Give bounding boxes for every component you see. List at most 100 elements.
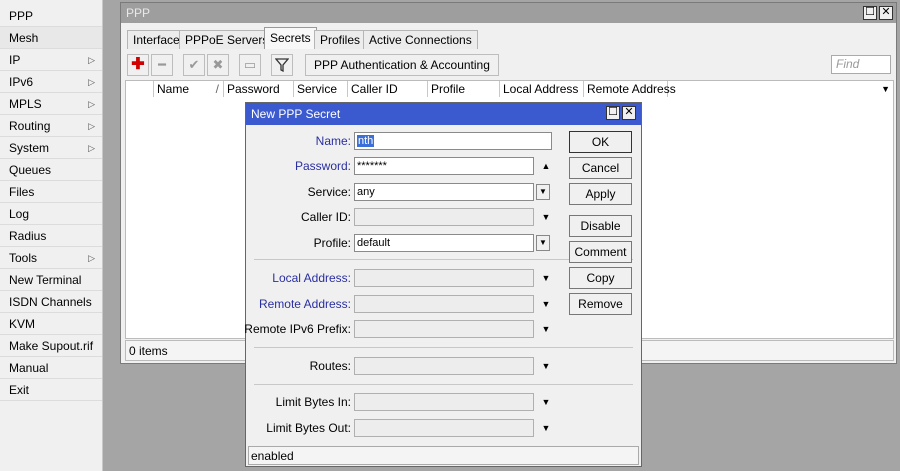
maximize-icon[interactable]: ☐ [863, 6, 877, 20]
dialog-title: New PPP Secret [251, 107, 341, 121]
sidebar-item-ip[interactable]: IP ▷ [0, 49, 102, 71]
sidebar-item-label: PPP [9, 9, 34, 23]
sidebar-item-tools[interactable]: Tools ▷ [0, 247, 102, 269]
tab-pppoe-servers[interactable]: PPPoE Servers [179, 30, 275, 49]
limit-bytes-out-label: Limit Bytes Out: [266, 421, 351, 435]
sidebar-item-log[interactable]: Log [0, 203, 102, 225]
submenu-arrow-icon: ▷ [88, 121, 95, 131]
sidebar-item-label: Tools [9, 251, 38, 265]
expand-down-icon[interactable]: ▼ [539, 271, 553, 285]
routes-field[interactable] [354, 357, 534, 375]
remote-address-label: Remote Address: [258, 297, 351, 311]
apply-button[interactable]: Apply [569, 183, 632, 205]
name-label: Name: [315, 134, 351, 148]
local-address-field[interactable] [354, 269, 534, 287]
column-header-password[interactable]: Password [224, 81, 294, 97]
sidebar-item-label: Files [9, 185, 35, 199]
sidebar-item-queues[interactable]: Queues [0, 159, 102, 181]
ppp-window-titlebar[interactable]: PPP ☐ ✕ [121, 3, 896, 23]
sidebar-item-files[interactable]: Files [0, 181, 102, 203]
comment-button[interactable]: Comment [569, 241, 632, 263]
collapse-up-icon[interactable]: ▲ [539, 159, 553, 173]
sidebar-item-make-supout-rif[interactable]: Make Supout.rif [0, 335, 102, 357]
name-field-value: nth [357, 135, 375, 147]
expand-down-icon[interactable]: ▼ [539, 297, 553, 311]
profile-label: Profile: [313, 236, 351, 250]
service-select[interactable]: any [354, 183, 534, 201]
plus-icon[interactable]: ✚ [127, 54, 149, 76]
dialog-titlebar[interactable]: New PPP Secret ☐ ✕ [246, 103, 641, 125]
caller-id-label: Caller ID: [300, 210, 351, 224]
limit-bytes-out-field[interactable] [354, 419, 534, 437]
ppp-auth-accounting-button[interactable]: PPP Authentication & Accounting [305, 54, 499, 76]
submenu-arrow-icon: ▷ [88, 253, 95, 263]
copy-button[interactable]: Copy [569, 267, 632, 289]
submenu-arrow-icon: ▷ [88, 143, 95, 153]
remote-ipv6-prefix-label: Remote IPv6 Prefix: [244, 322, 351, 336]
sidebar-item-ppp[interactable]: PPP [0, 5, 102, 27]
check-icon[interactable]: ✔ [183, 54, 205, 76]
tab-secrets[interactable]: Secrets [264, 27, 317, 49]
remote-address-field[interactable] [354, 295, 534, 313]
ppp-toolbar: ✚ ━ ✔ ✖ ▭ PPP Authentication & Accountin… [121, 52, 896, 78]
expand-down-icon[interactable]: ▼ [539, 421, 553, 435]
sidebar-item-manual[interactable]: Manual [0, 357, 102, 379]
comment-icon[interactable]: ▭ [239, 54, 261, 76]
close-icon[interactable]: ✕ [622, 106, 636, 120]
submenu-arrow-icon: ▷ [88, 77, 95, 87]
column-header-caller-id[interactable]: Caller ID [348, 81, 428, 97]
expand-down-icon[interactable]: ▼ [539, 359, 553, 373]
disable-button[interactable]: Disable [569, 215, 632, 237]
separator [254, 347, 633, 348]
sidebar-item-exit[interactable]: Exit [0, 379, 102, 401]
expand-down-icon[interactable]: ▼ [539, 395, 553, 409]
remote-ipv6-prefix-field[interactable] [354, 320, 534, 338]
filter-icon[interactable] [271, 54, 293, 76]
sidebar-item-kvm[interactable]: KVM [0, 313, 102, 335]
cancel-button[interactable]: Cancel [569, 157, 632, 179]
sidebar-item-system[interactable]: System ▷ [0, 137, 102, 159]
sidebar-item-radius[interactable]: Radius [0, 225, 102, 247]
password-field[interactable]: ******* [354, 157, 534, 175]
sidebar-item-new-terminal[interactable]: New Terminal [0, 269, 102, 291]
column-header-local-address[interactable]: Local Address [500, 81, 584, 97]
submenu-arrow-icon: ▷ [88, 55, 95, 65]
limit-bytes-in-field[interactable] [354, 393, 534, 411]
sidebar-item-label: Radius [9, 229, 47, 243]
password-label: Password: [294, 159, 351, 173]
sidebar-item-ipv6[interactable]: IPv6 ▷ [0, 71, 102, 93]
tab-active-connections[interactable]: Active Connections [363, 30, 478, 49]
column-chooser-icon[interactable]: ▼ [881, 81, 890, 97]
sidebar-item-label: Make Supout.rif [9, 339, 94, 353]
sidebar-item-label: ISDN Channels [9, 295, 92, 309]
ok-button[interactable]: OK [569, 131, 632, 153]
caller-id-field[interactable] [354, 208, 534, 226]
sidebar-item-routing[interactable]: Routing ▷ [0, 115, 102, 137]
separator [254, 384, 633, 385]
minus-icon[interactable]: ━ [151, 54, 173, 76]
dialog-status-bar: enabled [248, 446, 639, 465]
column-header-remote-address[interactable]: Remote Address [584, 81, 676, 97]
column-header-flags[interactable] [126, 81, 154, 97]
profile-dropdown-icon[interactable]: ▼ [536, 235, 550, 251]
sidebar-item-isdn-channels[interactable]: ISDN Channels [0, 291, 102, 313]
maximize-icon[interactable]: ☐ [606, 106, 620, 120]
column-header-profile[interactable]: Profile [428, 81, 500, 97]
sort-indicator: / [215, 82, 219, 96]
tab-interface[interactable]: Interface [127, 30, 186, 49]
column-header-name[interactable]: Name / [154, 81, 224, 97]
close-icon[interactable]: ✕ [879, 6, 893, 20]
sidebar-item-mesh[interactable]: Mesh [0, 27, 102, 49]
expand-down-icon[interactable]: ▼ [539, 322, 553, 336]
name-field[interactable]: nth [354, 132, 552, 150]
remove-button[interactable]: Remove [569, 293, 632, 315]
column-header-service[interactable]: Service [294, 81, 348, 97]
cross-icon[interactable]: ✖ [207, 54, 229, 76]
expand-down-icon[interactable]: ▼ [539, 210, 553, 224]
find-input[interactable]: Find [831, 55, 891, 74]
tab-profiles[interactable]: Profiles [314, 30, 367, 49]
sidebar-item-label: Exit [9, 383, 30, 397]
service-dropdown-icon[interactable]: ▼ [536, 184, 550, 200]
sidebar-item-mpls[interactable]: MPLS ▷ [0, 93, 102, 115]
profile-select[interactable]: default [354, 234, 534, 252]
